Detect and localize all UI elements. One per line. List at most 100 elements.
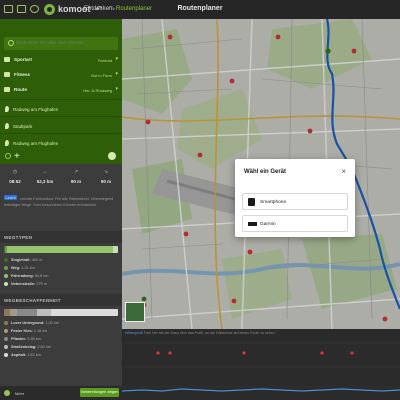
legend-dot-icon [4, 353, 8, 357]
legend-value: 400 m [31, 257, 43, 262]
legend-name: Pflaster: [11, 336, 27, 341]
legend-dot-icon [4, 266, 8, 270]
chevron-down-icon: ▾ [115, 71, 118, 77]
bar-segment [7, 246, 114, 253]
device-dialog: Wähl ein Gerät × Smartphone Garmin [235, 159, 355, 237]
legend-dot-icon [4, 329, 8, 333]
legend-dot-icon [4, 321, 8, 325]
sport-label: Sportart [14, 57, 32, 62]
legend-name: Singletrail: [11, 257, 31, 262]
waypoint-label: Radweg am Flughafen [13, 141, 59, 146]
sport-value: Fahrrad [97, 57, 112, 63]
pin-icon [5, 106, 9, 112]
stat-ascent: ↗ 90 m [61, 169, 91, 184]
legend-value: 1,18 km [33, 328, 48, 333]
distance-icon: ↔ [42, 169, 48, 175]
sport-option[interactable]: Sportart Fahrrad ▾ [4, 55, 118, 65]
route-value: Hin- & Rückweg [83, 87, 112, 93]
bike-icon [4, 57, 10, 62]
route-option[interactable]: Route Hin- & Rückweg ▾ [4, 85, 118, 95]
device-option-smartphone[interactable]: Smartphone [242, 193, 348, 210]
descent-icon: ↘ [103, 169, 109, 175]
legend-name: Asphalt: [11, 352, 27, 357]
legend-value: 1,02 km [45, 320, 59, 325]
legend-label: Singletrail: 400 m [11, 258, 42, 262]
top-bar: komoot ↶ ↷ Routenplaner Entdecken Routenp… [0, 0, 400, 19]
ascent-icon: ↗ [73, 169, 79, 175]
add-waypoint-button[interactable]: + [14, 151, 20, 162]
dialog-title: Wähl ein Gerät [244, 169, 287, 175]
device-option-garmin[interactable]: Garmin [242, 215, 348, 232]
plan-button[interactable]: Vorbereitungen zeigen [80, 388, 119, 397]
bottom-bar: Mehr Vorbereitungen zeigen [0, 386, 122, 400]
legend-label: Asphalt: 1,82 km [11, 353, 41, 357]
legend-name: Nebenstraße: [11, 281, 36, 286]
device-label: Garmin [260, 221, 276, 227]
planner-panel: Sportart Fahrrad ▾ Fitness Gut in Form ▾… [0, 19, 122, 164]
fitness-label: Fitness [14, 72, 31, 77]
legend-value: 3,38 km [27, 336, 41, 341]
waypoint-label: Radweg am Flughafen [13, 107, 59, 112]
stat-duration: ◷ 08:52 [0, 169, 30, 184]
map-layer-button[interactable] [125, 302, 145, 322]
legend-label: Fester Kies: 1,18 km [11, 329, 47, 333]
legend-label: Pflaster: 3,38 km [11, 337, 41, 341]
stat-value: 08:52 [9, 179, 21, 184]
legend-dot-icon [4, 274, 8, 278]
pin-icon [5, 140, 9, 146]
stat-value: 90 m [100, 179, 112, 184]
bar-segment [113, 246, 118, 253]
tour-stats: ◷ 08:52 ↔ 52,3 km ↗ 90 m ↘ 90 m [0, 169, 122, 199]
legend-dot-icon [4, 258, 8, 262]
legend-dot-icon [4, 337, 8, 341]
fitness-value: Gut in Form [90, 72, 112, 78]
route-label: Route [14, 87, 28, 92]
legend-dot-icon [4, 282, 8, 286]
nav-link-routeplaner[interactable]: Routenplaner [116, 6, 152, 12]
smartphone-icon [248, 198, 255, 206]
fitness-icon [4, 72, 10, 77]
garmin-icon [248, 222, 257, 226]
search-box[interactable] [4, 37, 118, 50]
bar-segment [37, 309, 51, 316]
clock-icon: ◷ [12, 169, 18, 175]
legend-value: 50,8 km [34, 273, 49, 278]
surface-header[interactable]: WEGBESCHAFFENHEIT [0, 294, 122, 306]
legend-value: 1,21 km [21, 265, 35, 270]
elevation-chart [122, 342, 400, 392]
legend-label: Weg: 1,21 km [11, 266, 35, 270]
legend-label: Fahrradweg: 50,8 km [11, 274, 48, 278]
stat-value: 52,3 km [36, 179, 54, 184]
bar-segment [16, 309, 38, 316]
stat-value: 90 m [70, 179, 82, 184]
wegtypen-header[interactable]: WEGTYPEN [0, 231, 122, 243]
stat-distance: ↔ 52,3 km [30, 169, 60, 184]
legend-value: 275 m [36, 281, 47, 286]
difficulty-description: Leichte Fahrradtour. Für alle Fitnesslev… [4, 197, 114, 208]
swap-icon[interactable] [108, 152, 116, 160]
legend-name: Straßenbelag: [11, 344, 37, 349]
sidebar: Sportart Fahrrad ▾ Fitness Gut in Form ▾… [0, 19, 122, 400]
elevation-panel[interactable]: Höhenprofil Fahr hier mit der Maus über … [122, 329, 400, 400]
loop-icon[interactable] [5, 153, 11, 159]
legend-name: Fahrradweg: [11, 273, 34, 278]
page-title: Routenplaner [177, 5, 223, 12]
legend-label: Straßenbelag: 2,60 km [11, 345, 51, 349]
pin-icon [5, 123, 9, 129]
close-button[interactable]: × [341, 167, 346, 176]
nav-link-entdecken[interactable]: Entdecken [84, 6, 112, 12]
wegtypen-bar[interactable] [4, 246, 118, 253]
surface-bar[interactable] [4, 309, 118, 316]
section-title: WEGBESCHAFFENHEIT [4, 297, 61, 303]
weather-icon [4, 390, 10, 396]
legend-value: 2,60 km [37, 344, 51, 349]
bottom-label: Mehr [15, 390, 25, 396]
fitness-option[interactable]: Fitness Gut in Form ▾ [4, 70, 118, 80]
legend-name: Weg: [11, 265, 21, 270]
legend-dot-icon [4, 345, 8, 349]
stat-descent: ↘ 90 m [91, 169, 121, 184]
legend-name: Loser Untergrund: [11, 320, 45, 325]
search-input[interactable] [16, 40, 114, 45]
bar-segment [9, 309, 17, 316]
add-row: + [0, 149, 122, 164]
